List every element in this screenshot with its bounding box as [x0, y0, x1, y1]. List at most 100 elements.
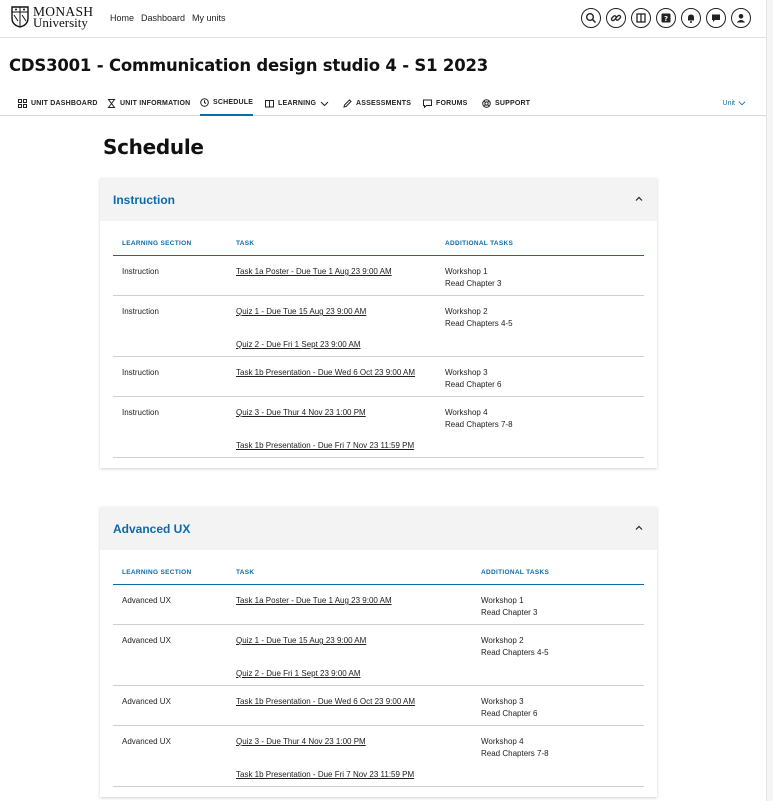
task-link[interactable]: Task 1b Presentation - Due Fri 7 Nov 23 …: [236, 440, 427, 452]
tab-label: UNIT DASHBOARD: [31, 99, 98, 107]
task-link[interactable]: Task 1b Presentation - Due Wed 6 Oct 23 …: [236, 696, 463, 708]
nav-home-link[interactable]: Home: [110, 13, 134, 23]
task-link[interactable]: Task 1b Presentation - Due Fri 7 Nov 23 …: [236, 769, 463, 781]
table-row: Advanced UX Quiz 1 - Due Tue 15 Aug 23 9…: [113, 624, 644, 686]
schedule-table: LEARNING SECTION TASK ADDITIONAL TASKS I…: [113, 240, 644, 458]
tab-learning[interactable]: LEARNING: [265, 90, 329, 116]
grid-icon: [18, 98, 27, 108]
chevron-down-icon: [320, 101, 329, 106]
tab-label: UNIT INFORMATION: [120, 99, 191, 107]
tab-assessments[interactable]: ASSESSMENTS: [343, 90, 411, 116]
bell-icon[interactable]: [681, 8, 701, 28]
additional-task: Workshop 1: [481, 596, 524, 605]
column-header-section: LEARNING SECTION: [113, 240, 227, 256]
page-title: Schedule: [103, 135, 204, 159]
chevron-down-icon: [738, 101, 746, 106]
book-open-icon: [265, 99, 274, 107]
additional-task: Read Chapters 7-8: [481, 748, 549, 758]
task-cell: Task 1a Poster - Due Tue 1 Aug 23 9:00 A…: [227, 255, 436, 296]
column-header-additional: ADDITIONAL TASKS: [436, 240, 644, 256]
table-row: Advanced UX Task 1a Poster - Due Tue 1 A…: [113, 584, 644, 625]
unit-dropdown[interactable]: Unit: [723, 90, 746, 116]
top-icon-toolbar: ?: [581, 8, 751, 28]
unit-dropdown-label: Unit: [722, 99, 735, 107]
monash-logo[interactable]: MONASH University: [11, 5, 93, 30]
additional-cell: Workshop 4 Read Chapters 7-8: [472, 725, 644, 787]
lifebuoy-icon: [482, 98, 491, 108]
unit-tabs: UNIT DASHBOARD UNIT INFORMATION SCHEDULE…: [0, 90, 766, 116]
task-link[interactable]: Task 1a Poster - Due Tue 1 Aug 23 9:00 A…: [236, 266, 427, 278]
unit-title: CDS3001 - Communication design studio 4 …: [9, 56, 489, 75]
task-cell: Quiz 3 - Due Thur 4 Nov 23 1:00 PM Task 1…: [227, 725, 472, 787]
search-icon[interactable]: [581, 8, 601, 28]
additional-task: Read Chapter 3: [481, 607, 538, 617]
section-cell: Advanced UX: [113, 725, 227, 787]
additional-task: Read Chapter 6: [445, 379, 502, 389]
comment-icon: [423, 99, 432, 108]
additional-task: Workshop 3: [481, 697, 524, 706]
card-title: Advanced UX: [113, 521, 191, 536]
brand-line-2: University: [33, 15, 88, 30]
chat-icon[interactable]: [706, 8, 726, 28]
section-cell: Instruction: [113, 295, 227, 357]
additional-cell: Workshop 2 Read Chapters 4-5: [472, 624, 644, 686]
task-cell: Task 1b Presentation - Due Wed 6 Oct 23 …: [227, 685, 472, 726]
nav-my-units-link[interactable]: My units: [192, 13, 226, 23]
user-icon[interactable]: [731, 8, 751, 28]
svg-text:?: ?: [664, 15, 668, 23]
nav-dashboard-link[interactable]: Dashboard: [141, 13, 185, 23]
table-row: Instruction Quiz 3 - Due Thur 4 Nov 23 1…: [113, 396, 644, 458]
scrollbar[interactable]: [766, 0, 773, 801]
help-icon[interactable]: ?: [656, 8, 676, 28]
task-link[interactable]: Task 1b Presentation - Due Wed 6 Oct 23 …: [236, 367, 427, 379]
additional-cell: Workshop 4 Read Chapters 7-8: [436, 396, 644, 458]
tab-label: SCHEDULE: [213, 98, 254, 106]
table-header-row: LEARNING SECTION TASK ADDITIONAL TASKS: [113, 240, 644, 256]
book-icon[interactable]: [631, 8, 651, 28]
table-row: Instruction Task 1b Presentation - Due W…: [113, 356, 644, 397]
table-row: Instruction Task 1a Poster - Due Tue 1 A…: [113, 255, 644, 296]
section-cell: Advanced UX: [113, 584, 227, 625]
tab-label: LEARNING: [278, 99, 317, 107]
tab-support[interactable]: SUPPORT: [482, 90, 530, 116]
column-header-section: LEARNING SECTION: [113, 569, 227, 585]
section-cell: Instruction: [113, 396, 227, 458]
section-cell: Instruction: [113, 356, 227, 397]
task-link[interactable]: Quiz 1 - Due Tue 15 Aug 23 9:00 AM: [236, 306, 427, 318]
task-link[interactable]: Quiz 3 - Due Thur 4 Nov 23 1:00 PM: [236, 407, 427, 419]
chevron-up-icon[interactable]: [634, 520, 644, 538]
additional-task: Workshop 3: [445, 368, 488, 377]
tab-forums[interactable]: FORUMS: [423, 90, 468, 116]
additional-cell: Workshop 1 Read Chapter 3: [436, 255, 644, 296]
task-link[interactable]: Quiz 3 - Due Thur 4 Nov 23 1:00 PM: [236, 736, 463, 748]
additional-cell: Workshop 3 Read Chapter 6: [472, 685, 644, 726]
hourglass-icon: [107, 98, 116, 108]
tab-label: FORUMS: [436, 99, 468, 107]
task-link[interactable]: Quiz 2 - Due Fri 1 Sept 23 9:00 AM: [236, 339, 427, 351]
additional-task: Read Chapter 3: [445, 278, 502, 288]
additional-task: Read Chapter 6: [481, 708, 538, 718]
tab-unit-information[interactable]: UNIT INFORMATION: [107, 90, 190, 116]
column-header-additional: ADDITIONAL TASKS: [472, 569, 644, 585]
tab-unit-dashboard[interactable]: UNIT DASHBOARD: [18, 90, 98, 116]
chevron-up-icon[interactable]: [634, 191, 644, 209]
schedule-card-instruction: Instruction LEARNING SECTION TASK ADDITI…: [100, 178, 657, 468]
tab-label: SUPPORT: [495, 99, 531, 107]
tab-schedule[interactable]: SCHEDULE: [200, 90, 254, 116]
task-link[interactable]: Quiz 1 - Due Tue 15 Aug 23 9:00 AM: [236, 635, 463, 647]
card-header[interactable]: Instruction: [100, 178, 657, 221]
additional-task: Read Chapters 4-5: [481, 647, 549, 657]
task-cell: Task 1a Poster - Due Tue 1 Aug 23 9:00 A…: [227, 584, 472, 625]
task-link[interactable]: Quiz 2 - Due Fri 1 Sept 23 9:00 AM: [236, 668, 463, 680]
task-cell: Quiz 1 - Due Tue 15 Aug 23 9:00 AM Quiz 2…: [227, 624, 472, 686]
top-bar: MONASH University Home Dashboard My unit…: [0, 0, 766, 38]
additional-task: Read Chapters 4-5: [445, 318, 513, 328]
task-cell: Quiz 1 - Due Tue 15 Aug 23 9:00 AM Quiz 2…: [227, 295, 436, 357]
link-icon[interactable]: [606, 8, 626, 28]
table-row: Advanced UX Quiz 3 - Due Thur 4 Nov 23 1…: [113, 725, 644, 787]
card-header[interactable]: Advanced UX: [100, 507, 657, 550]
task-link[interactable]: Task 1a Poster - Due Tue 1 Aug 23 9:00 A…: [236, 595, 463, 607]
crest-icon: [11, 6, 29, 28]
additional-task: Workshop 1: [445, 267, 488, 276]
additional-task: Workshop 4: [445, 408, 488, 417]
